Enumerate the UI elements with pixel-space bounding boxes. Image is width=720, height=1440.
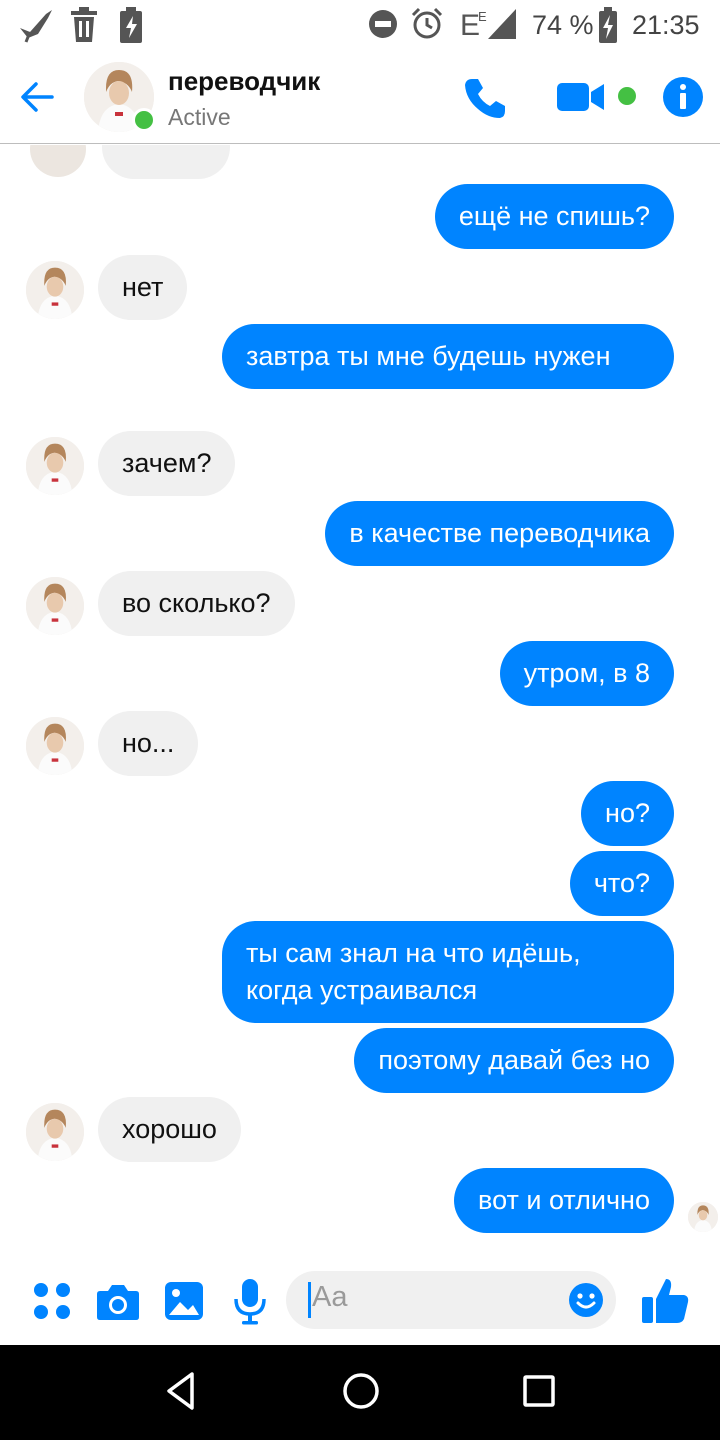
outgoing-message[interactable]: утром, в 8 [499, 641, 674, 706]
incoming-message[interactable]: нет [98, 255, 188, 320]
online-indicator [132, 108, 156, 132]
info-icon[interactable] [662, 76, 704, 118]
trash-icon [71, 7, 97, 42]
conversation-header: переводчик Active [0, 50, 720, 144]
smiley-icon[interactable] [568, 1282, 604, 1318]
contact-name[interactable]: переводчик [168, 66, 320, 97]
status-bar: E E 74 % 21:35 [0, 0, 720, 50]
contact-avatar-small [26, 261, 84, 319]
incoming-message[interactable]: зачем? [98, 431, 236, 496]
contact-status: Active [168, 104, 231, 130]
contact-avatar-small [26, 717, 84, 775]
video-camera-icon[interactable] [556, 81, 606, 113]
battery-saver-icon [120, 7, 142, 43]
contact-avatar-small [26, 577, 84, 635]
android-nav-bar [0, 1345, 720, 1440]
outgoing-message[interactable]: ты сам знал на что идёшь, когда устраива… [222, 921, 674, 1023]
message-thread[interactable]: ещё не спишь? нет завтра ты мне будешь н… [0, 145, 720, 1255]
svg-text:E: E [478, 9, 487, 24]
bird-notification-icon [20, 10, 52, 43]
outgoing-message[interactable]: вот и отлично [454, 1168, 674, 1233]
do-not-disturb-icon [369, 10, 397, 38]
partial-message-bubble [102, 145, 230, 179]
more-apps-icon[interactable] [32, 1281, 72, 1321]
clock: 21:35 [632, 10, 700, 40]
battery-percent: 74 % [532, 10, 594, 40]
phone-icon[interactable] [462, 75, 508, 121]
camera-icon[interactable] [96, 1281, 140, 1321]
home-circle-icon[interactable] [340, 1370, 382, 1412]
message-input[interactable]: Aa [286, 1271, 616, 1329]
incoming-message[interactable]: во сколько? [98, 571, 295, 636]
thumbs-up-icon[interactable] [640, 1275, 690, 1325]
video-active-dot [618, 87, 636, 105]
outgoing-message[interactable]: ещё не спишь? [434, 184, 674, 249]
outgoing-message[interactable]: поэтому давай без но [354, 1028, 674, 1093]
outgoing-message[interactable]: в качестве переводчика [325, 501, 674, 566]
recents-square-icon[interactable] [522, 1374, 556, 1408]
text-caret [308, 1282, 311, 1318]
incoming-message[interactable]: но... [98, 711, 199, 776]
outgoing-message[interactable]: но? [581, 781, 674, 846]
signal-e-icon: E E [460, 9, 516, 41]
gallery-icon[interactable] [164, 1281, 204, 1321]
contact-avatar-small [26, 437, 84, 495]
microphone-icon[interactable] [232, 1277, 268, 1325]
back-triangle-icon[interactable] [164, 1370, 198, 1412]
outgoing-message[interactable]: завтра ты мне будешь нужен [222, 324, 674, 389]
message-composer: Aa [0, 1255, 720, 1345]
read-receipt-avatar [688, 1202, 718, 1232]
alarm-icon [411, 7, 443, 39]
incoming-message[interactable]: хорошо [98, 1097, 241, 1162]
svg-text:E: E [460, 9, 480, 41]
outgoing-message[interactable]: что? [569, 851, 674, 916]
partial-avatar [30, 145, 86, 177]
message-input-placeholder: Aa [312, 1281, 348, 1313]
battery-charging-icon [599, 7, 617, 43]
arrow-left-icon[interactable] [18, 78, 56, 116]
contact-avatar-small [26, 1103, 84, 1161]
